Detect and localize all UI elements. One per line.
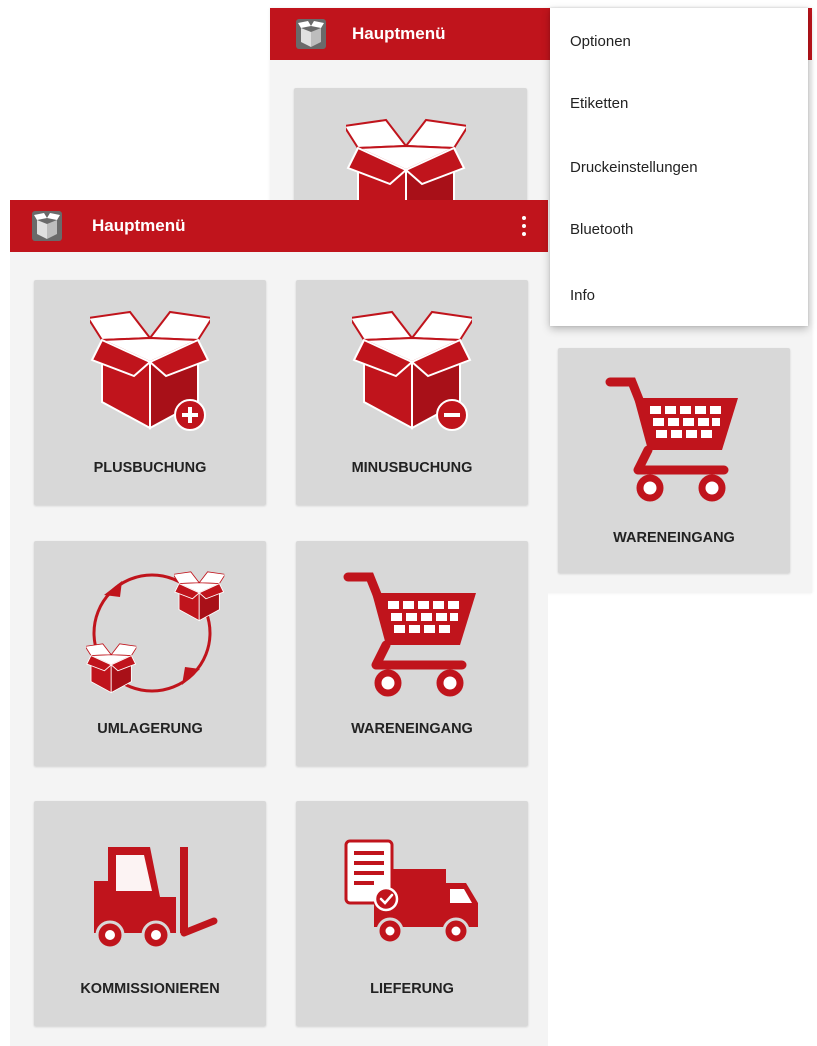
more-vertical-icon[interactable]: [514, 212, 534, 240]
tile-minusbuchung[interactable]: MINUSBUCHUNG: [296, 280, 528, 505]
menu-item-bluetooth[interactable]: Bluetooth: [550, 198, 808, 260]
tile-plusbuchung[interactable]: PLUSBUCHUNG: [34, 280, 266, 505]
back-tile-open-box[interactable]: [294, 88, 527, 208]
tile-label: KOMMISSIONIEREN: [80, 981, 220, 997]
front-app-bar: Hauptmenü: [10, 200, 548, 252]
shopping-cart-icon: [604, 372, 744, 502]
relocation-cycle-icon: [86, 571, 225, 693]
menu-item-druckeinstellungen[interactable]: Druckeinstellungen: [550, 136, 808, 198]
open-box-app-icon: [32, 211, 62, 241]
app-bar-title: Hauptmenü: [92, 216, 186, 235]
tile-label: WARENEINGANG: [351, 721, 473, 737]
tile-label: PLUSBUCHUNG: [93, 460, 207, 476]
box-minus-icon: [352, 310, 472, 431]
tile-lieferung[interactable]: LIEFERUNG: [296, 801, 528, 1026]
tile-label: UMLAGERUNG: [97, 721, 203, 737]
open-box-app-icon: [296, 19, 326, 49]
delivery-truck-icon: [344, 839, 478, 945]
box-plus-icon: [90, 310, 210, 431]
tile-label: LIEFERUNG: [370, 981, 454, 997]
app-bar-title: Hauptmenü: [352, 24, 446, 43]
forklift-icon: [94, 847, 218, 950]
tile-label: WARENEINGANG: [613, 530, 735, 546]
menu-item-optionen[interactable]: Optionen: [550, 10, 808, 72]
back-tile-wareneingang[interactable]: WARENEINGANG: [558, 348, 790, 573]
tile-label: MINUSBUCHUNG: [351, 460, 473, 476]
overflow-menu: Optionen Etiketten Druckeinstellungen Bl…: [550, 8, 808, 326]
tile-kommissionieren[interactable]: KOMMISSIONIEREN: [34, 801, 266, 1026]
menu-item-etiketten[interactable]: Etiketten: [550, 72, 808, 134]
front-screen: Hauptmenü PLUSBUCHUNG MINUSBUCHUNG UMLAG…: [10, 200, 548, 1046]
menu-item-info[interactable]: Info: [550, 264, 808, 326]
tile-umlagerung[interactable]: UMLAGERUNG: [34, 541, 266, 766]
screenshot-stage: Hauptmenü WARENEINGANG Optionen Etikette…: [0, 0, 817, 1046]
tile-wareneingang[interactable]: WARENEINGANG: [296, 541, 528, 766]
shopping-cart-icon: [342, 567, 482, 697]
